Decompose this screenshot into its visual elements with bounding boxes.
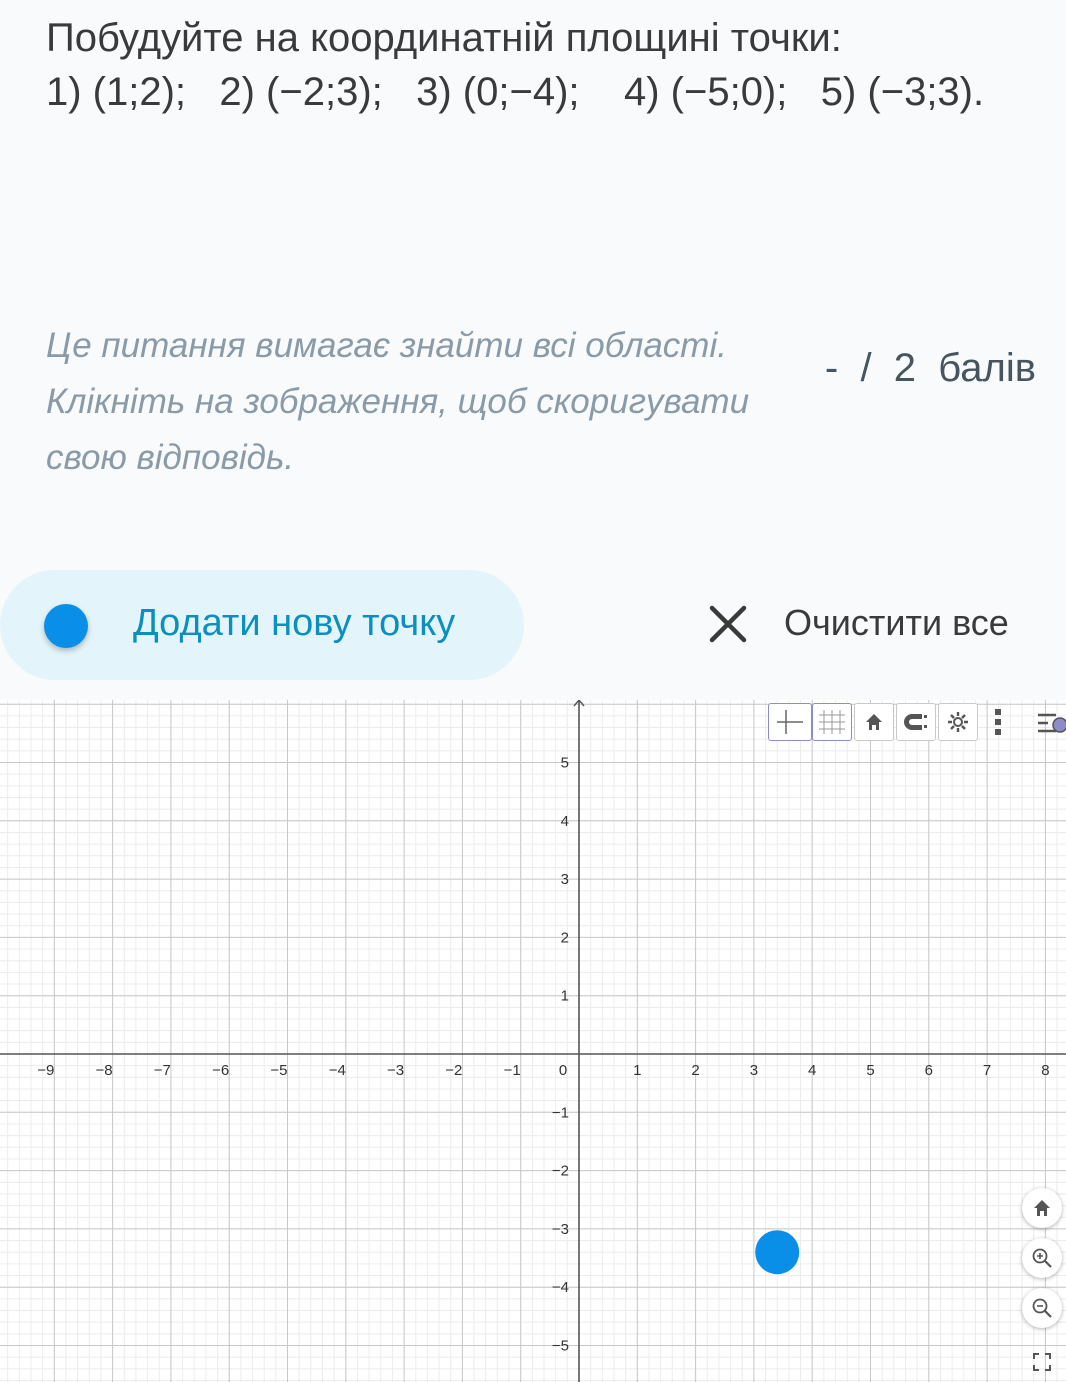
axes-toggle-button[interactable]: [768, 703, 812, 741]
more-vertical-icon: [995, 709, 1001, 735]
plotted-point: [755, 1230, 800, 1275]
y-tick-label: 3: [561, 871, 569, 888]
add-point-label: Додати нову точку: [133, 602, 456, 644]
x-tick-label: −1: [504, 1062, 521, 1079]
close-icon: [709, 605, 747, 643]
more-options-button[interactable]: [986, 705, 1010, 739]
snap-button[interactable]: [896, 703, 936, 741]
clear-all-label: Очистити все: [784, 602, 1009, 643]
score-label: - / 2 балів: [824, 346, 1036, 390]
gear-icon: [948, 712, 968, 732]
home-icon: [866, 714, 882, 730]
x-tick-label: 0: [559, 1062, 567, 1079]
x-tick-label: −2: [445, 1062, 462, 1079]
x-tick-label: −6: [212, 1062, 229, 1079]
x-tick-label: 5: [866, 1062, 874, 1079]
grid-toggle-button[interactable]: [812, 703, 852, 741]
y-tick-label: −2: [552, 1163, 569, 1180]
x-tick-label: 8: [1041, 1062, 1049, 1079]
x-tick-label: −3: [387, 1062, 404, 1079]
fullscreen-icon: [1033, 1353, 1051, 1371]
x-tick-label: −5: [270, 1062, 287, 1079]
x-tick-label: 2: [691, 1062, 699, 1079]
x-tick-label: 7: [983, 1062, 991, 1079]
axes-icon: [777, 710, 803, 734]
zoom-in-button[interactable]: [1022, 1238, 1062, 1278]
style-icon: [1038, 713, 1066, 733]
toolbar-home-button[interactable]: [854, 703, 894, 741]
zoom-out-button[interactable]: [1022, 1288, 1062, 1328]
x-tick-label: 4: [808, 1062, 816, 1079]
y-tick-label: 1: [561, 988, 569, 1005]
clear-all-button[interactable]: Очистити все: [700, 596, 1040, 656]
zoom-out-icon: [1032, 1298, 1052, 1318]
x-tick-label: 3: [750, 1062, 758, 1079]
y-tick-label: 5: [561, 755, 569, 772]
coordinate-plane[interactable]: 0−9−8−7−6−5−4−3−2−101234567854321−1−2−3−…: [0, 700, 1066, 1382]
x-tick-label: −8: [95, 1062, 112, 1079]
hint-text: Це питання вимагає знайти всі області. К…: [46, 326, 750, 477]
style-bar-button[interactable]: [1034, 707, 1066, 739]
point-dot-icon: [44, 604, 88, 648]
y-tick-label: 2: [561, 929, 569, 946]
y-tick-label: −4: [552, 1279, 569, 1296]
x-tick-label: 1: [633, 1062, 641, 1079]
y-tick-label: −5: [552, 1338, 569, 1355]
grid-icon: [819, 710, 845, 734]
y-tick-label: −1: [552, 1104, 569, 1121]
graph-canvas[interactable]: 0−9−8−7−6−5−4−3−2−101234567854321−1−2−3−…: [0, 700, 1066, 1382]
x-tick-label: −4: [329, 1062, 346, 1079]
x-tick-label: −9: [37, 1062, 54, 1079]
y-tick-label: 4: [561, 813, 569, 830]
question-points: 1) (1;2); 2) (−2;3); 3) (0;−4); 4) (−5;0…: [46, 70, 985, 114]
question-title: Побудуйте на координатній площині точки:: [46, 16, 842, 60]
x-tick-label: −7: [154, 1062, 171, 1079]
fullscreen-button[interactable]: [1030, 1350, 1054, 1374]
magnet-icon: [904, 714, 927, 730]
home-icon: [1034, 1200, 1050, 1216]
y-tick-label: −3: [552, 1221, 569, 1238]
settings-button[interactable]: [938, 703, 978, 741]
add-point-button[interactable]: Додати нову точку: [0, 570, 524, 680]
zoom-in-icon: [1032, 1248, 1052, 1268]
side-home-button[interactable]: [1022, 1188, 1062, 1228]
x-tick-label: 6: [925, 1062, 933, 1079]
